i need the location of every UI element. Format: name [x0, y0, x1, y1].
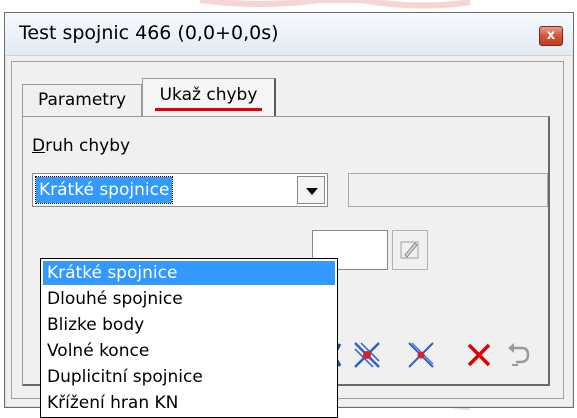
red-underline-annotation	[155, 108, 262, 111]
dropdown-option[interactable]: Volné konce	[43, 339, 335, 363]
dropdown-option[interactable]: Křížení hran KN	[43, 391, 335, 415]
tab-ukaz-chyby[interactable]: Ukaž chyby	[142, 78, 276, 116]
dropdown-option[interactable]: Dlouhé spojnice	[43, 287, 335, 311]
dropdown-option[interactable]: Blizke body	[43, 313, 335, 337]
crossed-nodes-small-icon[interactable]	[406, 340, 436, 370]
dropdown-option[interactable]: Duplicitní spojnice	[43, 365, 335, 389]
info-field	[348, 173, 548, 207]
dropdown-option[interactable]: Krátké spojnice	[43, 261, 335, 285]
tab-ukaz-chyby-label: Ukaž chyby	[159, 85, 258, 105]
tab-parametry[interactable]: Parametry	[22, 84, 142, 116]
error-type-label-accesskey: D	[32, 136, 46, 156]
chevron-down-icon	[306, 188, 318, 195]
dropdown-button[interactable]	[297, 176, 325, 204]
error-type-label-rest: ruh chyby	[45, 136, 131, 156]
title-bar[interactable]: Test spojnic 466 (0,0+0,0s) x	[5, 13, 573, 56]
error-type-dropdown-list: Krátké spojnice Dlouhé spojnice Blizke b…	[40, 258, 338, 418]
tab-parametry-label: Parametry	[37, 90, 127, 110]
dialog-window: Test spojnic 466 (0,0+0,0s) x Parametry …	[4, 12, 574, 418]
pen-icon	[400, 241, 419, 259]
dialog-client-area: Parametry Ukaž chyby Druh chyby Krátké s…	[11, 61, 564, 418]
window-title: Test spojnic 466 (0,0+0,0s)	[19, 22, 279, 44]
close-icon: x	[546, 28, 556, 43]
pick-button[interactable]	[392, 230, 428, 270]
error-type-combobox[interactable]: Krátké spojnice	[32, 173, 328, 207]
error-type-label: Druh chyby	[32, 136, 130, 156]
crossed-nodes-icon[interactable]	[352, 340, 382, 370]
close-button[interactable]: x	[539, 26, 563, 46]
delete-x-icon[interactable]	[464, 340, 494, 370]
undo-icon[interactable]	[502, 340, 532, 370]
error-type-selected-value: Krátké spojnice	[34, 176, 174, 204]
